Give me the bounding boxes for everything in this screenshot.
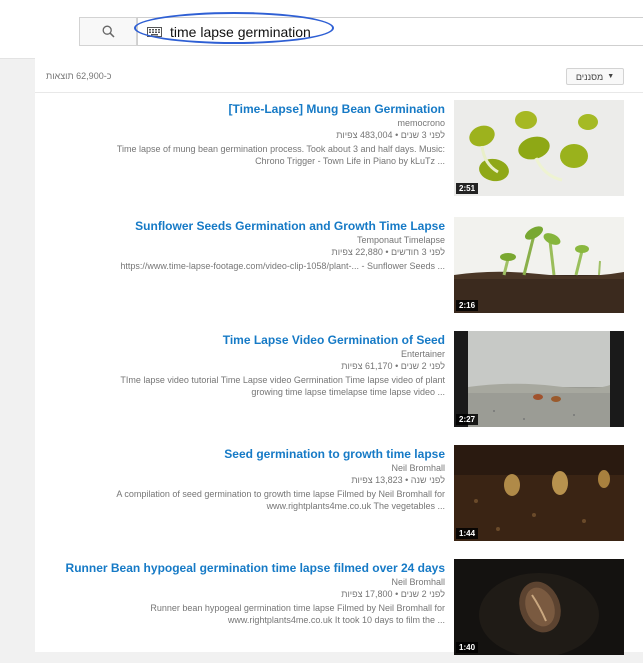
result-info: [Time-Lapse] Mung Bean Germination memoc… bbox=[35, 100, 445, 167]
search-button[interactable] bbox=[79, 17, 137, 46]
video-duration: 1:44 bbox=[456, 528, 479, 539]
result-title[interactable]: Runner Bean hypogeal germination time la… bbox=[35, 561, 445, 576]
result-description-line: TIme lapse video tutorial Time Lapse vid… bbox=[120, 375, 445, 385]
search-icon bbox=[102, 25, 115, 38]
result-item[interactable]: Seed germination to growth time lapse Ne… bbox=[35, 445, 643, 549]
result-title[interactable]: Seed germination to growth time lapse bbox=[35, 447, 445, 462]
dropdown-arrow-icon: ▼ bbox=[607, 73, 615, 80]
result-title[interactable]: Time Lapse Video Germination of Seed bbox=[35, 333, 445, 348]
result-channel[interactable]: Neil Bromhall bbox=[35, 462, 445, 474]
result-description: A compilation of seed germination to gro… bbox=[35, 488, 445, 512]
result-description-line: A compilation of seed germination to gro… bbox=[116, 489, 445, 499]
result-item[interactable]: Sunflower Seeds Germination and Growth T… bbox=[35, 217, 643, 321]
mung-bean-thumbnail-image bbox=[454, 100, 624, 196]
result-meta: לפני 2 שנים • 17,800 צפיות bbox=[341, 589, 445, 599]
result-channel[interactable]: memocrono bbox=[35, 117, 445, 129]
filters-button[interactable]: מסננים ▼ bbox=[566, 68, 624, 85]
video-thumbnail[interactable]: 2:16 bbox=[454, 217, 624, 313]
result-title[interactable]: Sunflower Seeds Germination and Growth T… bbox=[35, 219, 445, 234]
result-description-line: Chrono Trigger - Town Life in Piano by k… bbox=[255, 156, 445, 166]
result-description-line: www.rightplants4me.co.uk It took 10 days… bbox=[227, 615, 445, 625]
video-duration: 2:51 bbox=[456, 183, 479, 194]
result-description-line: www.rightplants4me.co.uk The vegetables … bbox=[266, 501, 445, 511]
sunflower-thumbnail-image bbox=[454, 217, 624, 313]
result-meta: לפני 3 חודשים • 22,880 צפיות bbox=[331, 247, 446, 257]
highlight-ellipse bbox=[134, 12, 334, 44]
video-thumbnail[interactable]: 1:40 bbox=[454, 559, 624, 655]
result-channel[interactable]: Neil Bromhall bbox=[35, 576, 445, 588]
result-item[interactable]: Runner Bean hypogeal germination time la… bbox=[35, 559, 643, 663]
result-description: https://www.time-lapse-footage.com/video… bbox=[35, 260, 445, 272]
result-meta: לפני 2 שנים • 61,170 צפיות bbox=[341, 361, 445, 371]
seed-growth-thumbnail-image bbox=[454, 445, 624, 541]
result-item[interactable]: Time Lapse Video Germination of Seed Ent… bbox=[35, 331, 643, 435]
result-title[interactable]: [Time-Lapse] Mung Bean Germination bbox=[35, 102, 445, 117]
video-duration: 2:27 bbox=[456, 414, 479, 425]
result-info: Seed germination to growth time lapse Ne… bbox=[35, 445, 445, 512]
result-item[interactable]: [Time-Lapse] Mung Bean Germination memoc… bbox=[35, 100, 643, 204]
result-meta: לפני 3 שנים • 483,004 צפיות bbox=[336, 130, 445, 140]
result-info: Sunflower Seeds Germination and Growth T… bbox=[35, 217, 445, 272]
result-description-line: Time lapse of mung bean germination proc… bbox=[116, 144, 445, 154]
results-card: כ-62,900 תוצאות מסננים ▼ [Time-Lapse] Mu… bbox=[35, 58, 643, 655]
result-channel[interactable]: Entertainer bbox=[35, 348, 445, 360]
runner-bean-thumbnail-image bbox=[454, 559, 624, 655]
video-duration: 1:40 bbox=[456, 642, 479, 653]
video-duration: 2:16 bbox=[456, 300, 479, 311]
result-description: Runner bean hypogeal germination time la… bbox=[35, 602, 445, 626]
result-meta: לפני שנה • 13,823 צפיות bbox=[351, 475, 445, 485]
result-description-line: Runner bean hypogeal germination time la… bbox=[150, 603, 445, 613]
top-bar: time lapse germination bbox=[0, 0, 643, 59]
filters-label: מסננים bbox=[575, 71, 604, 82]
video-thumbnail[interactable]: 2:27 bbox=[454, 331, 624, 427]
result-description: TIme lapse video tutorial Time Lapse vid… bbox=[35, 374, 445, 398]
result-description: Time lapse of mung bean germination proc… bbox=[35, 143, 445, 167]
video-thumbnail[interactable]: 2:51 bbox=[454, 100, 624, 196]
result-info: Runner Bean hypogeal germination time la… bbox=[35, 559, 445, 626]
seed-soil-thumbnail-image bbox=[454, 331, 624, 427]
result-description-line: https://www.time-lapse-footage.com/video… bbox=[120, 261, 445, 271]
result-info: Time Lapse Video Germination of Seed Ent… bbox=[35, 331, 445, 398]
filter-row: כ-62,900 תוצאות מסננים ▼ bbox=[35, 58, 643, 93]
result-channel[interactable]: Temponaut Timelapse bbox=[35, 234, 445, 246]
result-description-line: growing time lapse timelapse time lapse … bbox=[251, 387, 445, 397]
video-thumbnail[interactable]: 1:44 bbox=[454, 445, 624, 541]
results-count: כ-62,900 תוצאות bbox=[46, 71, 112, 81]
